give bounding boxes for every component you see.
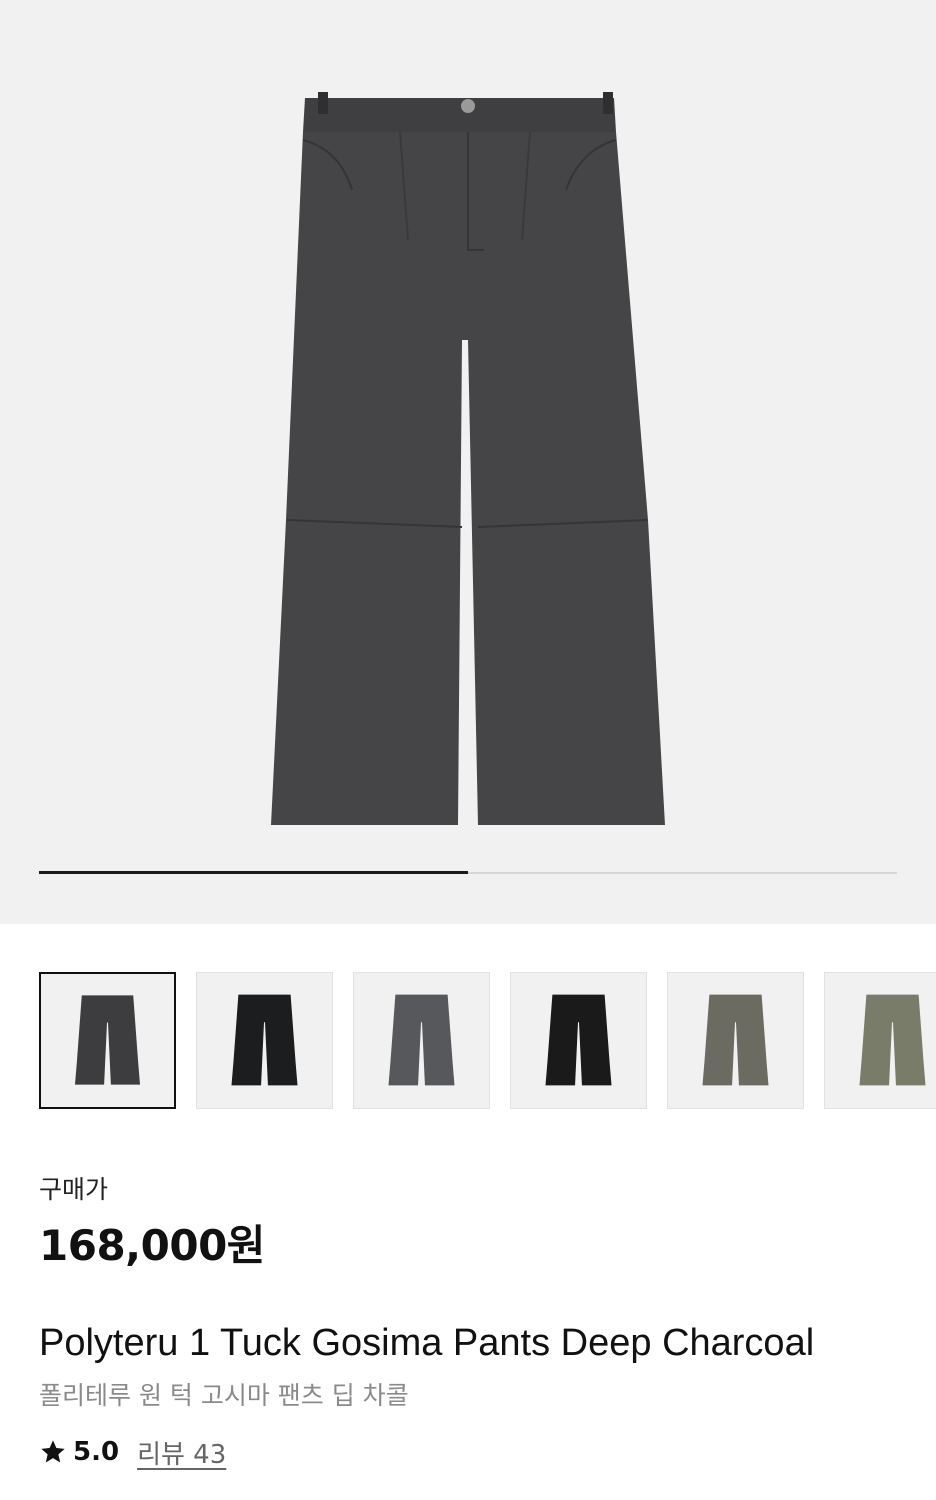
pants-thumbnail-icon [74,995,141,1085]
pants-thumbnail-icon [859,994,926,1086]
star-icon [41,1440,65,1463]
thumb-deep-charcoal[interactable] [39,972,176,1109]
pants-thumbnail-icon [545,994,612,1086]
thumb-olive[interactable] [824,972,936,1109]
thumb-washed-black[interactable] [510,972,647,1109]
price: 168,000원 [39,1221,265,1270]
product-image-gallery[interactable] [0,0,936,924]
pants-thumbnail-icon [702,994,769,1086]
product-photo-pants [271,92,665,825]
rating-value: 5.0 [73,1437,120,1467]
review-count-link[interactable]: 리뷰 43 [137,1434,226,1471]
pants-thumbnail-icon [388,994,455,1086]
thumb-black[interactable] [196,972,333,1109]
gallery-progress-track [39,871,897,874]
pants-thumbnail-icon [231,994,298,1086]
color-thumbnail-strip[interactable] [39,972,936,1110]
product-title-english: Polyteru 1 Tuck Gosima Pants Deep Charco… [39,1322,815,1364]
thumb-grey[interactable] [353,972,490,1109]
thumb-olive-grey[interactable] [667,972,804,1109]
rating-row: 5.0 리뷰 43 [39,1432,226,1472]
gallery-progress-fill [39,871,468,874]
price-label: 구매가 [39,1175,109,1204]
product-title-korean: 폴리테루 원 턱 고시마 팬츠 딥 차콜 [39,1381,409,1410]
